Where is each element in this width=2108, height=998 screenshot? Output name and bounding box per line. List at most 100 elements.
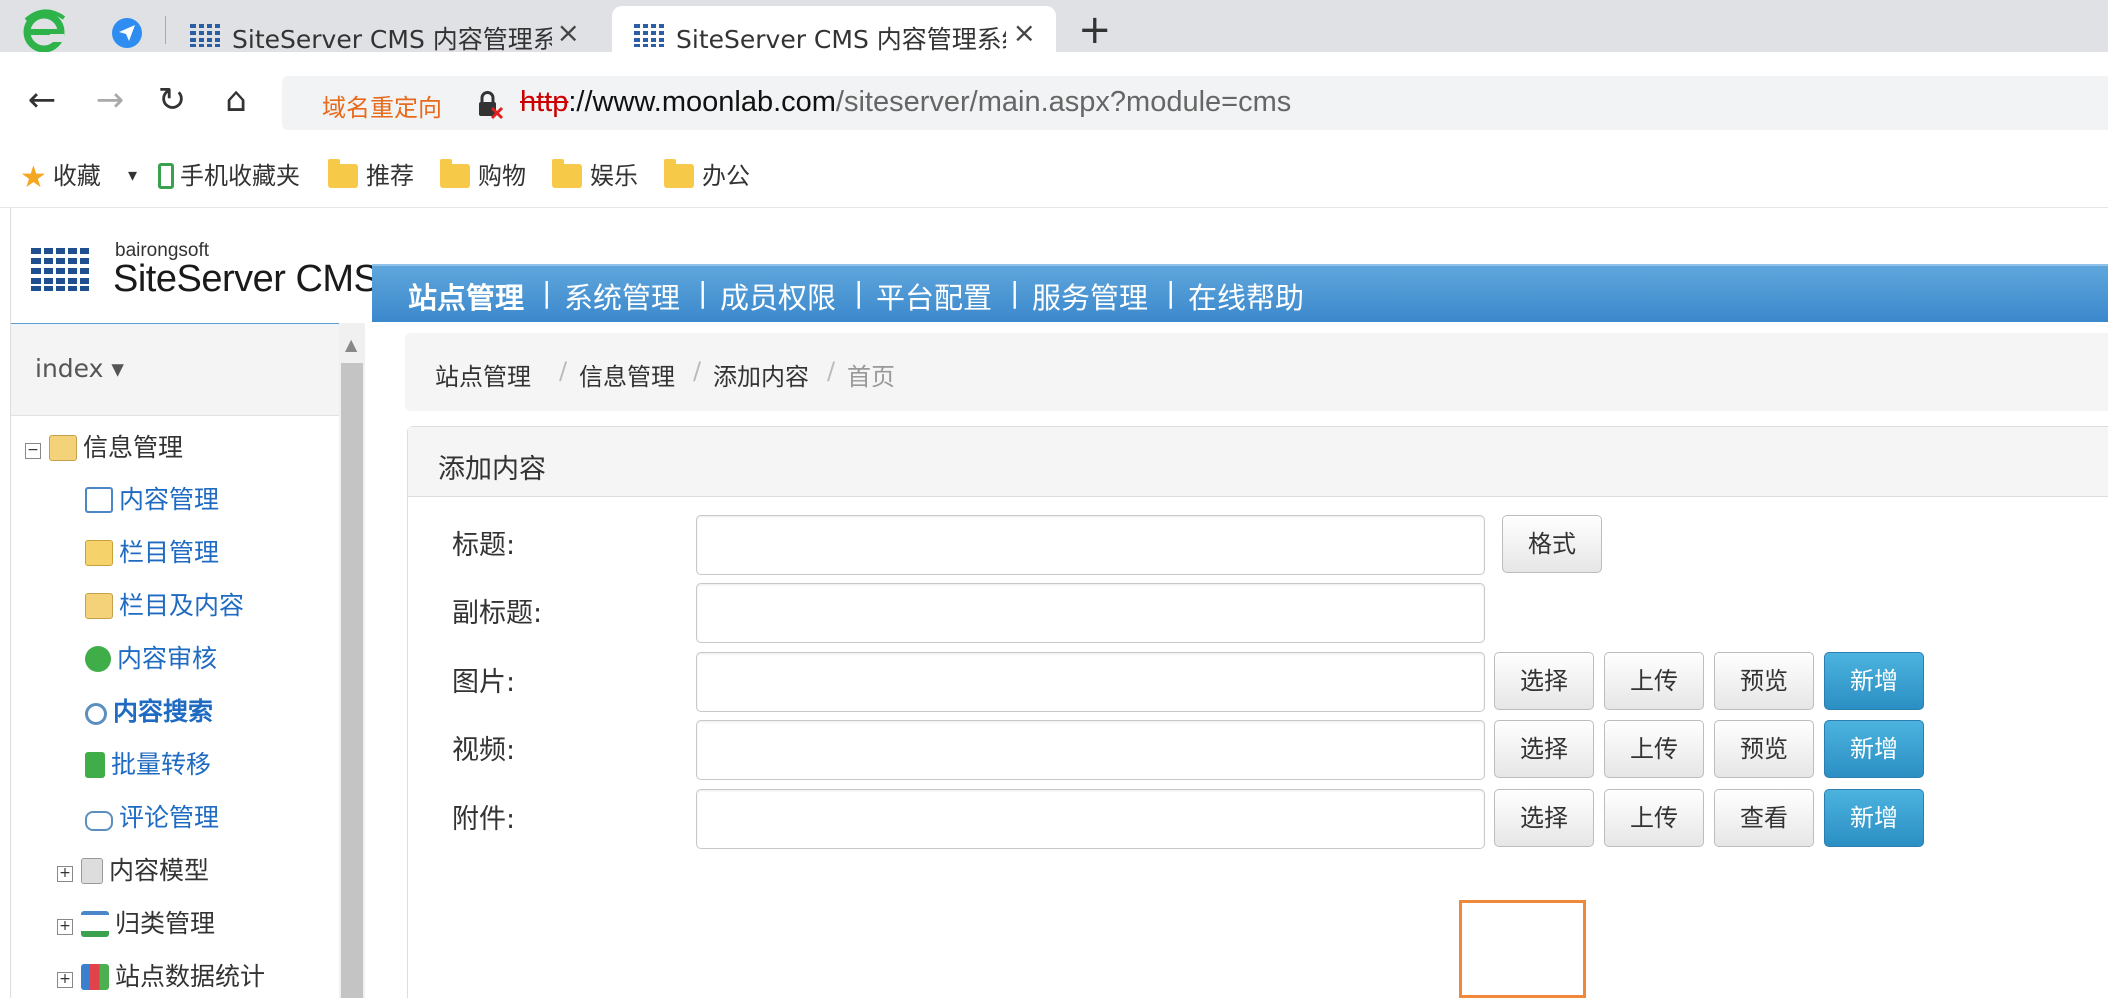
bookmark-folder-entertainment[interactable]: 娱乐 [552,156,638,196]
attachment-input[interactable] [696,789,1485,849]
nav-system-management[interactable]: 系统管理 [564,275,680,317]
tree-item-comment-management[interactable]: 评论管理 [85,798,219,838]
bookmark-folder-recommend[interactable]: 推荐 [328,156,414,196]
tree-link[interactable]: 内容审核 [117,644,217,673]
subtitle-input[interactable] [696,583,1485,643]
insecure-lock-icon[interactable] [476,90,504,120]
breadcrumb: 站点管理 / 信息管理 / 添加内容 / 首页 [405,333,2108,411]
image-add-button[interactable]: 新增 [1824,652,1924,710]
tree-item-content-review[interactable]: 内容审核 [85,639,217,679]
nav-site-management[interactable]: 站点管理 [408,275,524,317]
add-content-panel: 添加内容 标题: 格式 副标题: 图片: 选择 上传 预览 新增 视频: 选择 … [407,426,2108,998]
siteserver-logo[interactable]: bairongsoft SiteServer CMS [31,238,379,300]
video-add-button[interactable]: 新增 [1824,720,1924,778]
tree-item-channel-and-content[interactable]: 栏目及内容 [85,586,244,626]
browser-logo-icon[interactable] [20,6,68,54]
tree-item-content-search[interactable]: 内容搜索 [85,692,213,732]
bookmarks-bar: ★ 收藏 ▾ 手机收藏夹 推荐 购物 娱乐 办公 [0,150,2108,208]
tab-title: SiteServer CMS 内容管理系统 [676,25,1006,54]
bookmark-label: 推荐 [366,162,414,190]
highlight-box [1459,900,1586,998]
bar-chart-icon [81,964,109,990]
new-tab-button[interactable]: + [1078,10,1112,50]
back-arrow-icon[interactable]: ← [22,80,62,120]
tree-link[interactable]: 内容搜索 [113,697,213,726]
bookmark-mobile[interactable]: 手机收藏夹 [158,156,300,196]
tree-link[interactable]: 栏目管理 [119,538,219,567]
close-icon[interactable]: × [1013,16,1036,49]
collapse-icon[interactable]: − [25,443,41,459]
format-button[interactable]: 格式 [1502,515,1602,573]
attachment-add-button[interactable]: 新增 [1824,789,1924,847]
nav-separator: | [542,276,552,309]
image-upload-button[interactable]: 上传 [1604,652,1704,710]
folder-icon [85,540,113,566]
sidebar-scrollbar[interactable]: ▲ [339,323,365,998]
home-icon[interactable]: ⌂ [216,80,256,120]
top-nav: 站点管理 | 系统管理 | 成员权限 | 平台配置 | 服务管理 | 在线帮助 [372,264,2108,322]
tab-1[interactable]: SiteServer CMS 内容管理系统 × [190,6,600,54]
title-input[interactable] [696,515,1485,575]
breadcrumb-current: 首页 [847,363,895,391]
tree-node-info-management[interactable]: − 信息管理 [25,428,183,468]
site-selector[interactable]: index ▾ [11,324,339,416]
hierarchy-icon [81,911,109,937]
form-row-video: 视频: 选择 上传 预览 新增 [408,718,2108,780]
nav-online-help[interactable]: 在线帮助 [1188,275,1304,317]
close-icon[interactable]: × [557,16,580,49]
bookmark-label: 购物 [478,162,526,190]
expand-icon[interactable]: + [57,919,73,935]
tree-item-content-management[interactable]: 内容管理 [85,480,219,520]
logo-grid-icon [31,246,89,292]
field-label: 副标题: [452,598,543,629]
nav-service-management[interactable]: 服务管理 [1032,275,1148,317]
bookmark-folder-office[interactable]: 办公 [664,156,750,196]
phone-icon [158,163,174,189]
nav-platform-config[interactable]: 平台配置 [876,275,992,317]
forward-arrow-icon[interactable]: → [90,80,130,120]
tree-node-content-model[interactable]: + 内容模型 [57,851,209,891]
video-input[interactable] [696,720,1485,780]
database-icon [81,858,103,884]
send-icon[interactable] [112,18,142,48]
tree-link[interactable]: 评论管理 [119,803,219,832]
reload-icon[interactable]: ↻ [152,80,192,120]
scroll-up-icon[interactable]: ▲ [345,335,357,354]
image-input[interactable] [696,652,1485,712]
tree-node-category-management[interactable]: + 归类管理 [57,904,215,944]
video-preview-button[interactable]: 预览 [1714,720,1814,778]
tree-link[interactable]: 栏目及内容 [119,591,244,620]
tree-item-channel-management[interactable]: 栏目管理 [85,533,219,573]
attachment-upload-button[interactable]: 上传 [1604,789,1704,847]
bookmark-label: 收藏 [52,162,101,190]
video-upload-button[interactable]: 上传 [1604,720,1704,778]
image-select-button[interactable]: 选择 [1494,652,1594,710]
url-input[interactable]: 域名重定向 http://www.moonlab.com/siteserver/… [282,76,2108,130]
attachment-view-button[interactable]: 查看 [1714,789,1814,847]
breadcrumb-add-content[interactable]: 添加内容 [713,357,809,392]
breadcrumb-site-management[interactable]: 站点管理 [435,357,531,392]
nav-member-permissions[interactable]: 成员权限 [720,275,836,317]
scroll-thumb[interactable] [341,363,363,998]
expand-icon[interactable]: + [57,972,73,988]
attachment-select-button[interactable]: 选择 [1494,789,1594,847]
tree-link[interactable]: 内容管理 [119,485,219,514]
siteserver-favicon-icon [634,22,664,48]
tree-label: 归类管理 [115,909,216,938]
form-row-image: 图片: 选择 上传 预览 新增 [408,650,2108,712]
expand-icon[interactable]: + [57,866,73,882]
nav-separator: | [1010,276,1020,309]
video-select-button[interactable]: 选择 [1494,720,1594,778]
breadcrumb-info-management[interactable]: 信息管理 [579,357,675,392]
chevron-down-icon[interactable]: ▾ [128,156,137,196]
image-preview-button[interactable]: 预览 [1714,652,1814,710]
bookmark-label: 手机收藏夹 [180,162,300,190]
tree-item-batch-transfer[interactable]: 批量转移 [85,745,211,785]
redirect-label[interactable]: 域名重定向 [322,88,442,123]
tree-node-site-statistics[interactable]: + 站点数据统计 [57,957,265,997]
tree-link[interactable]: 批量转移 [111,750,211,779]
bookmark-favorites[interactable]: ★ 收藏 [20,156,101,196]
bookmark-folder-shopping[interactable]: 购物 [440,156,526,196]
tab-2-active[interactable]: SiteServer CMS 内容管理系统 × [612,6,1056,54]
panel-title: 添加内容 [438,454,546,485]
